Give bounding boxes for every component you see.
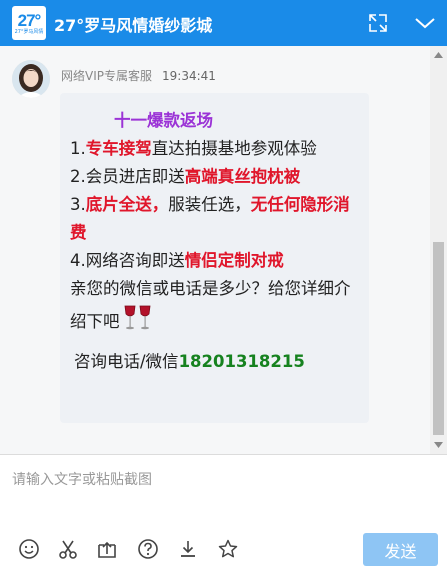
emoji-icon	[19, 539, 39, 559]
window-title: 27°罗马风情婚纱影城	[54, 16, 213, 35]
promo-line-4: 4.网络咨询即送情侣定制对戒	[70, 247, 359, 275]
compose-area	[0, 455, 447, 533]
scroll-up-button[interactable]	[430, 48, 447, 62]
help-button[interactable]	[135, 536, 161, 562]
message-input[interactable]	[12, 469, 432, 519]
scroll-thumb[interactable]	[433, 242, 444, 435]
chat-scrollbar[interactable]	[430, 46, 447, 454]
line-text: 4.网络咨询即送	[70, 251, 185, 270]
promo-line-2: 2.会员进店即送高端真丝抱枕被	[70, 163, 359, 191]
line-text: 3.	[70, 195, 86, 214]
download-icon	[181, 541, 195, 557]
line-text: 服装任选，	[168, 195, 251, 214]
message-bubble: 十一爆款返场 1.专车接驾直达拍摄基地参观体验 2.会员进店即送高端真丝抱枕被 …	[60, 93, 369, 423]
scroll-down-button[interactable]	[430, 438, 447, 452]
wine-glasses-icon	[122, 303, 154, 342]
chevron-down-icon	[415, 18, 435, 29]
sender-name: 网络VIP专属客服	[61, 69, 152, 83]
expand-window-button[interactable]	[366, 11, 390, 35]
highlight-text: 专车接驾	[85, 139, 152, 158]
minimize-chat-button[interactable]	[413, 11, 437, 35]
logo-mark: 27°	[17, 10, 42, 30]
phone-label: 咨询电话/微信	[74, 352, 179, 371]
brand-logo: 27° 27°罗马风情	[12, 6, 46, 40]
help-icon	[138, 539, 158, 559]
line-text: 直达拍摄基地参观体验	[151, 139, 317, 158]
emoji-button[interactable]	[16, 536, 42, 562]
triangle-down-icon	[434, 442, 443, 448]
compose-toolbar: 发送	[0, 533, 447, 577]
upload-icon	[98, 541, 116, 558]
phone-number: 18201318215	[178, 352, 305, 371]
scissors-icon	[59, 540, 77, 559]
upload-file-button[interactable]	[94, 536, 120, 562]
star-icon	[218, 539, 238, 558]
message-time: 19:34:41	[162, 69, 216, 83]
send-button[interactable]: 发送	[363, 533, 438, 566]
screenshot-button[interactable]	[55, 536, 81, 562]
highlight-text: 高端真丝抱枕被	[184, 167, 301, 186]
promo-line-1: 1.专车接驾直达拍摄基地参观体验	[70, 135, 359, 163]
download-button[interactable]	[175, 536, 201, 562]
line-text: 2.会员进店即送	[70, 167, 185, 186]
highlight-text: 底片全送，	[85, 195, 169, 214]
contact-line: 咨询电话/微信18201318215	[70, 348, 359, 376]
line-text: 1.	[70, 139, 86, 158]
promo-line-5: 亲您的微信或电话是多少？给您详细介绍下吧	[70, 275, 359, 342]
agent-avatar	[12, 60, 50, 98]
promo-line-3: 3.底片全送，服装任选，无任何隐形消费	[70, 191, 359, 247]
triangle-up-icon	[434, 52, 443, 58]
promo-headline: 十一爆款返场	[114, 111, 213, 130]
message-list[interactable]: 网络VIP专属客服 19:34:41 十一爆款返场 1.专车接驾直达拍摄基地参观体…	[0, 46, 430, 454]
highlight-text: 情侣定制对戒	[184, 251, 284, 270]
message-meta: 网络VIP专属客服 19:34:41	[61, 67, 216, 84]
line-text: 亲您的微信或电话是多少？给您详细介绍下吧	[70, 279, 351, 331]
expand-icon	[369, 14, 387, 32]
logo-subtext: 27°罗马风情	[14, 28, 44, 35]
chat-header: 27° 27°罗马风情 27°罗马风情婚纱影城	[0, 0, 447, 46]
favorite-button[interactable]	[215, 536, 241, 562]
